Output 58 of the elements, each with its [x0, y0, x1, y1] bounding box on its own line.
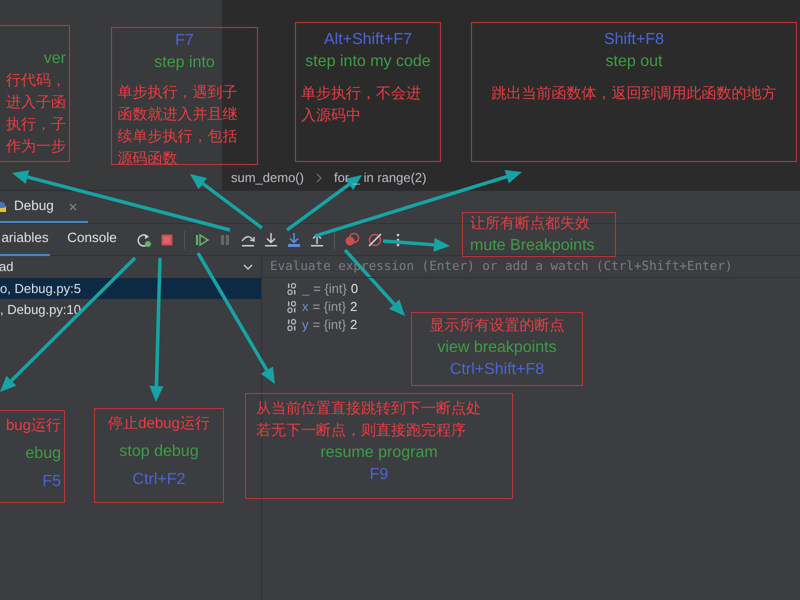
- variable-icon: [287, 283, 298, 295]
- stack-frame[interactable]: , Debug.py:10: [0, 299, 261, 320]
- action-name: mute Breakpoints: [470, 236, 595, 256]
- annotation-text: 进入子函: [6, 93, 66, 113]
- variable-name: _: [302, 280, 310, 298]
- variable-value: 2: [350, 316, 358, 334]
- annotation-text: bug运行: [6, 416, 61, 436]
- close-icon[interactable]: [68, 202, 78, 212]
- subtab[interactable]: Console: [62, 223, 122, 256]
- annotation-text: 跳出当前函数体，返回到调用此函数的地方: [492, 84, 776, 104]
- shortcut-key: Alt+Shift+F7: [324, 29, 412, 51]
- variable-name: y: [302, 316, 308, 334]
- rerun-icon[interactable]: [136, 232, 152, 248]
- annotation-text: 让所有断点都失效: [470, 214, 590, 234]
- breadcrumb[interactable]: for _ in range(2): [334, 168, 426, 188]
- action-name: stop debug: [119, 442, 199, 462]
- variable-type: = {int}: [312, 316, 346, 334]
- breadcrumb[interactable]: sum_demo(): [231, 168, 304, 188]
- chevron-icon: [243, 264, 253, 270]
- variable-value: 2: [350, 298, 358, 316]
- action-name: ebug: [25, 444, 61, 464]
- annotation-text: 停止debug运行: [108, 414, 210, 434]
- action-name: view breakpoints: [437, 338, 557, 358]
- action-name: step into my code: [305, 52, 431, 72]
- shortcut-key: Ctrl+F2: [132, 469, 186, 491]
- annotation-text: 单步执行，遇到子函数就进入并且继续单步执行，包括源码函数: [118, 83, 238, 169]
- action-name: ver: [44, 49, 66, 69]
- breakpoints-icon[interactable]: [344, 232, 360, 248]
- mute-breakpoints-icon[interactable]: [367, 232, 383, 248]
- stack-frame[interactable]: o, Debug.py:5: [0, 278, 261, 299]
- shortcut-key: F5: [42, 471, 61, 493]
- variable-icon: [287, 301, 298, 313]
- annotation-text: 执行，子: [6, 115, 66, 135]
- shortcut-key: Ctrl+Shift+F8: [450, 359, 544, 381]
- action-name: step out: [606, 52, 662, 72]
- variable-icon: [287, 319, 298, 331]
- annotation-text: 作为一步: [6, 137, 66, 157]
- step-into-icon[interactable]: [286, 232, 302, 248]
- step-into-icon[interactable]: [263, 232, 279, 248]
- variable-type: = {int}: [312, 298, 346, 316]
- action-name: step into: [154, 53, 215, 73]
- resume-icon[interactable]: [194, 232, 210, 248]
- variable-type: = {int}: [313, 280, 347, 298]
- annotation-text: 显示所有设置的断点: [430, 316, 564, 336]
- annotation-text: 单步执行，不会进入源码中: [301, 84, 422, 126]
- tab-label: Debug: [14, 197, 54, 216]
- chevron-icon: [316, 172, 322, 182]
- variable-value: 0: [350, 280, 358, 298]
- shortcut-key: Shift+F8: [604, 29, 664, 51]
- stop-icon[interactable]: [159, 232, 175, 248]
- action-name: resume program: [320, 443, 438, 463]
- annotation-text: 若无下一断点，则直接跑完程序: [255, 421, 466, 441]
- subtab[interactable]: ariables: [0, 223, 50, 256]
- variable-name: x: [302, 298, 308, 316]
- shortcut-key: F9: [370, 464, 388, 486]
- annotation-text: 行代码，: [6, 71, 66, 91]
- annotation-text: 从当前位置直接跳转到下一断点处: [255, 399, 481, 419]
- shortcut-key: F7: [175, 30, 194, 52]
